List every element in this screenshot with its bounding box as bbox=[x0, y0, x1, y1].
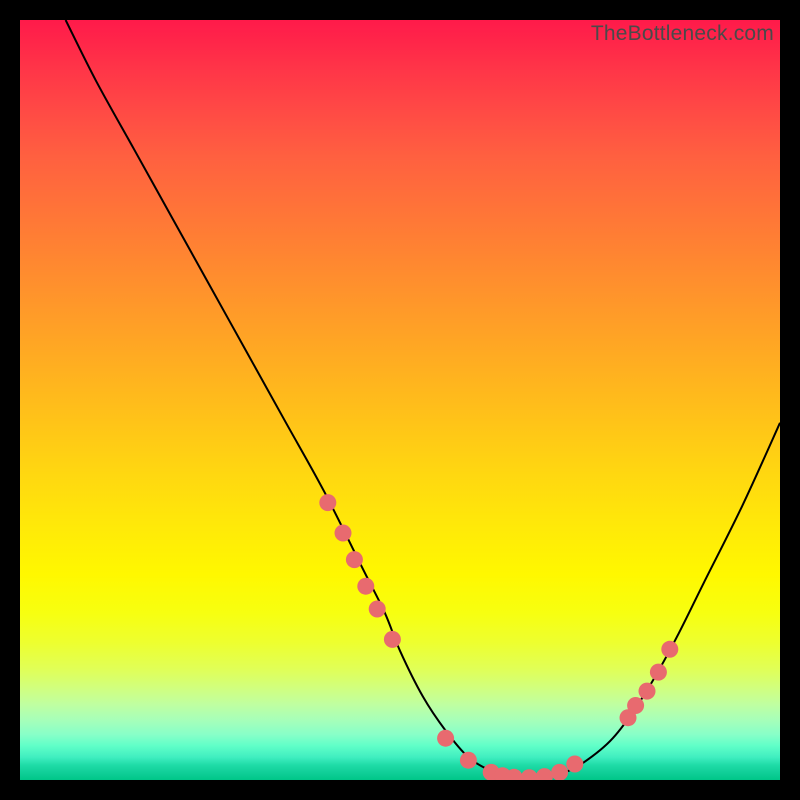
marker-point bbox=[335, 525, 352, 542]
watermark-text: TheBottleneck.com bbox=[591, 22, 774, 46]
marker-point bbox=[627, 697, 644, 714]
marker-point bbox=[566, 756, 583, 773]
marker-point bbox=[460, 752, 477, 769]
bottleneck-curve bbox=[66, 20, 780, 778]
marker-point bbox=[319, 494, 336, 511]
marker-point bbox=[551, 764, 568, 780]
curve-svg bbox=[20, 20, 780, 780]
marker-point bbox=[536, 768, 553, 780]
marker-point bbox=[661, 641, 678, 658]
marker-point bbox=[437, 730, 454, 747]
markers-group bbox=[319, 494, 678, 780]
marker-point bbox=[639, 683, 656, 700]
plot-area: TheBottleneck.com bbox=[20, 20, 780, 780]
marker-point bbox=[384, 631, 401, 648]
marker-point bbox=[357, 578, 374, 595]
marker-point bbox=[346, 551, 363, 568]
marker-point bbox=[369, 601, 386, 618]
marker-point bbox=[521, 769, 538, 780]
marker-point bbox=[650, 664, 667, 681]
